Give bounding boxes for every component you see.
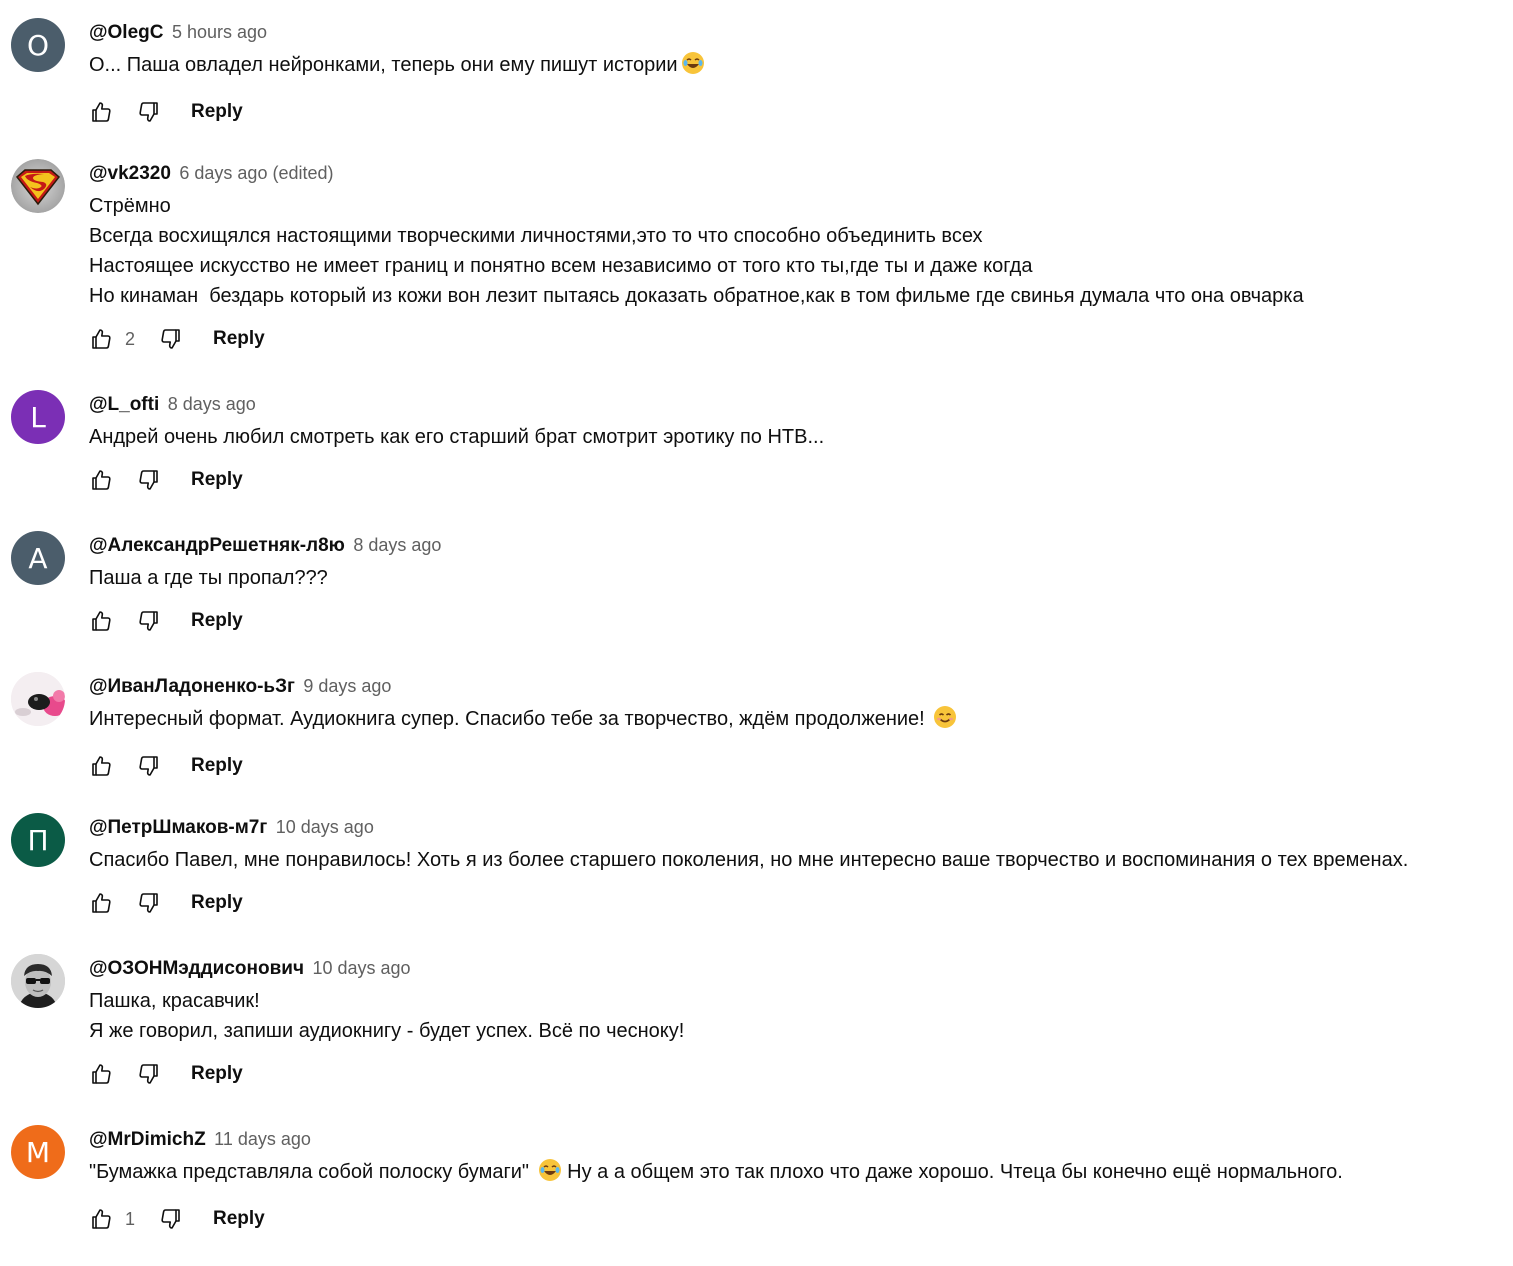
comment-text: "Бумажка представляла собой полоску бума… [89,1157,1503,1191]
comment-text-content: Интересный формат. Аудиокнига супер. Спа… [89,708,925,730]
comment-author[interactable]: @vk2320 [89,163,171,184]
comment-time[interactable]: 6 days ago (edited) [179,163,333,183]
comment-text: Спасибо Павел, мне понравилось! Хоть я и… [89,849,1409,871]
avatar[interactable] [11,159,65,213]
thumbs-up-icon[interactable] [89,891,113,915]
comment-time[interactable]: 8 days ago [353,535,441,555]
comment-time[interactable]: 5 hours ago [172,22,267,42]
comment-author[interactable]: @АлександрРешетняк-л8ю [89,535,345,556]
thumbs-down-icon[interactable] [137,609,161,633]
avatar-letter: П [27,823,49,857]
comment-time[interactable]: 10 days ago [312,958,410,978]
sunglasses-photo-icon [11,954,65,1008]
comment-actions: Reply [89,1054,1503,1094]
comment-text: Андрей очень любил смотреть как его стар… [89,426,825,448]
pink-photo-icon [11,672,65,726]
thumbs-down-icon[interactable] [137,891,161,915]
comment-author[interactable]: @L_ofti [89,394,159,415]
avatar[interactable]: L [11,390,65,444]
reply-button[interactable]: Reply [191,610,243,632]
smiling-emoji-icon [933,705,957,738]
comment-text: Стрёмно Всегда восхищялся настоящими твор… [89,191,1503,311]
reply-button[interactable]: Reply [191,892,243,914]
comment-actions: Reply [89,92,1503,132]
comment-text-after: Ну а а общем это так плохо что даже хоро… [567,1161,1343,1183]
avatar[interactable]: M [11,1125,65,1179]
comment-text-content: О... Паша овладел нейронками, теперь они… [89,54,678,76]
thumbs-down-icon[interactable] [137,1062,161,1086]
comment-actions: Reply [89,601,1503,641]
comment-line: Я же говорил, запиши аудиокнигу - будет … [89,1020,685,1042]
like-count: 2 [125,328,136,349]
comment-text: Паша а где ты пропал??? [89,567,328,589]
comment-time[interactable]: 11 days ago [214,1129,311,1149]
comment-line: Настоящее искусство не имеет границ и по… [89,255,1033,277]
comment-line: Стрёмно [89,195,171,217]
thumbs-down-icon[interactable] [159,1207,183,1231]
thumbs-up-icon[interactable] [89,468,113,492]
comment-time[interactable]: 10 days ago [276,817,374,837]
reply-button[interactable]: Reply [191,1063,243,1085]
laughing-emoji-icon [681,51,705,84]
comment-actions: Reply [89,460,1503,500]
reply-button[interactable]: Reply [191,469,243,491]
comment-time[interactable]: 9 days ago [303,676,391,696]
comment-text: О... Паша овладел нейронками, теперь они… [89,50,1503,84]
thumbs-up-icon[interactable] [89,609,113,633]
superman-logo-icon [11,159,65,213]
avatar[interactable]: O [11,18,65,72]
avatar-letter: O [26,28,50,62]
thumbs-down-icon[interactable] [137,100,161,124]
reply-button[interactable]: Reply [191,101,243,123]
comment-text-before: "Бумажка представляла собой полоску бума… [89,1161,530,1183]
avatar-letter: А [28,541,48,575]
comment-actions: 2 Reply [89,319,1503,359]
comment-actions: Reply [89,746,1503,786]
comment-text: Интересный формат. Аудиокнига супер. Спа… [89,704,1503,738]
avatar[interactable]: А [11,531,65,585]
comment-line: Пашка, красавчик! [89,990,260,1012]
avatar-letter: L [30,400,46,434]
thumbs-up-icon[interactable] [89,1207,113,1231]
reply-button[interactable]: Reply [213,328,265,350]
laughing-emoji-icon [538,1158,562,1191]
comment-author[interactable]: @MrDimichZ [89,1129,206,1150]
comment-actions: 1 Reply [89,1199,1503,1239]
thumbs-up-icon[interactable] [89,1062,113,1086]
like-count: 1 [125,1208,136,1229]
thumbs-down-icon[interactable] [137,754,161,778]
comment-actions: Reply [89,883,1503,923]
comment-author[interactable]: @ПетрШмаков-м7г [89,817,267,838]
comment-author[interactable]: @ОЗОНМэддисонович [89,958,304,979]
comment-line: Но кинаман бездарь который из кожи вон л… [89,285,1304,307]
avatar[interactable]: П [11,813,65,867]
thumbs-up-icon[interactable] [89,754,113,778]
thumbs-up-icon[interactable] [89,327,113,351]
comment-line: Всегда восхищялся настоящими творческими… [89,225,983,247]
thumbs-down-icon[interactable] [159,327,183,351]
comment-author[interactable]: @ИванЛадоненко-ьЗг [89,676,295,697]
avatar-letter: M [25,1135,51,1169]
comment-author[interactable]: @OlegC [89,22,163,43]
thumbs-down-icon[interactable] [137,468,161,492]
reply-button[interactable]: Reply [213,1208,265,1230]
comment-time[interactable]: 8 days ago [168,394,256,414]
avatar[interactable] [11,954,65,1008]
thumbs-up-icon[interactable] [89,100,113,124]
comment-text: Пашка, красавчик! Я же говорил, запиши ау… [89,986,1503,1046]
avatar[interactable] [11,672,65,726]
reply-button[interactable]: Reply [191,755,243,777]
